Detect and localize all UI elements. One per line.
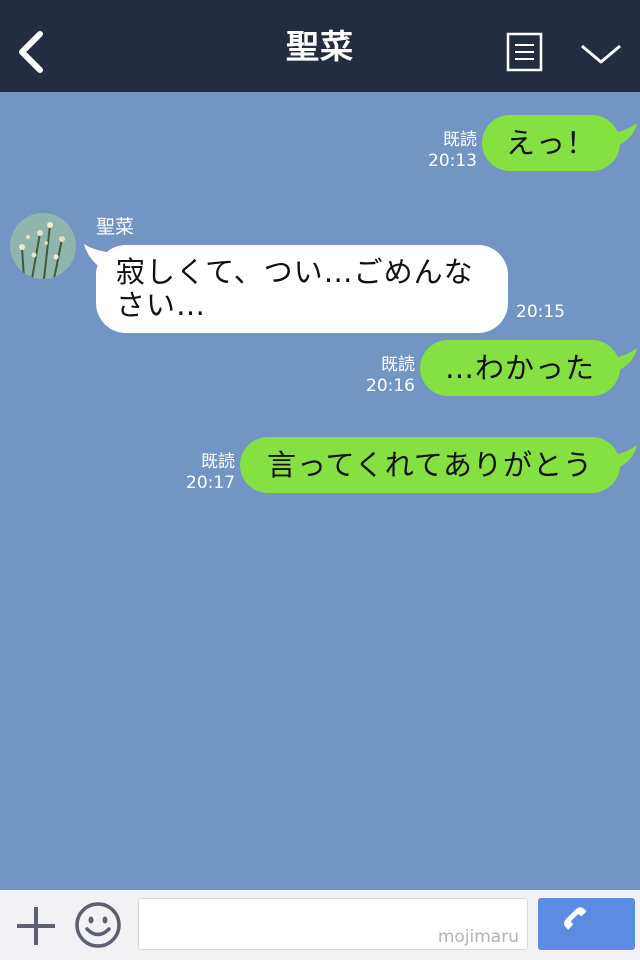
- call-button[interactable]: [538, 898, 635, 950]
- chat-area[interactable]: 既読 20:13 えっ！ 聖菜 寂しくて、つい…ごめんなさい… 20:15 既読: [0, 92, 640, 890]
- message-time: 20:16: [366, 376, 415, 396]
- notes-icon: [506, 32, 543, 72]
- add-button[interactable]: [14, 904, 58, 948]
- menu-dropdown-button[interactable]: [578, 36, 624, 70]
- input-bar: mojimaru: [0, 890, 640, 960]
- my-message-bubble[interactable]: …わかった: [420, 340, 620, 396]
- message-time: 20:13: [428, 151, 477, 171]
- their-message-bubble[interactable]: 寂しくて、つい…ごめんなさい…: [96, 245, 508, 333]
- message-meta: 既読 20:17: [180, 452, 235, 494]
- read-receipt: 既読: [443, 130, 477, 150]
- my-message-bubble[interactable]: えっ！: [482, 115, 620, 171]
- chat-title: 聖菜: [286, 27, 354, 66]
- notes-button[interactable]: [506, 32, 543, 72]
- emoji-button[interactable]: [74, 901, 122, 949]
- avatar-flower-image: [10, 213, 76, 279]
- message-meta: 既読 20:13: [424, 130, 477, 172]
- message-time: 20:17: [186, 473, 235, 493]
- chat-header: 聖菜: [0, 0, 640, 92]
- read-receipt: 既読: [381, 355, 415, 375]
- avatar[interactable]: [10, 213, 76, 279]
- watermark-text: mojimaru: [437, 927, 519, 947]
- back-button[interactable]: [12, 26, 52, 76]
- chevron-down-icon: [581, 44, 621, 64]
- message-input[interactable]: mojimaru: [138, 898, 528, 950]
- phone-icon: [564, 907, 587, 930]
- emoji-icon: [75, 902, 121, 948]
- plus-icon: [17, 907, 55, 945]
- my-message-bubble[interactable]: 言ってくれてありがとう: [240, 437, 620, 493]
- back-arrow-icon: [19, 31, 43, 73]
- message-meta: 既読 20:16: [362, 355, 415, 397]
- message-time: 20:15: [516, 302, 565, 322]
- read-receipt: 既読: [201, 452, 235, 472]
- sender-name: 聖菜: [96, 216, 135, 238]
